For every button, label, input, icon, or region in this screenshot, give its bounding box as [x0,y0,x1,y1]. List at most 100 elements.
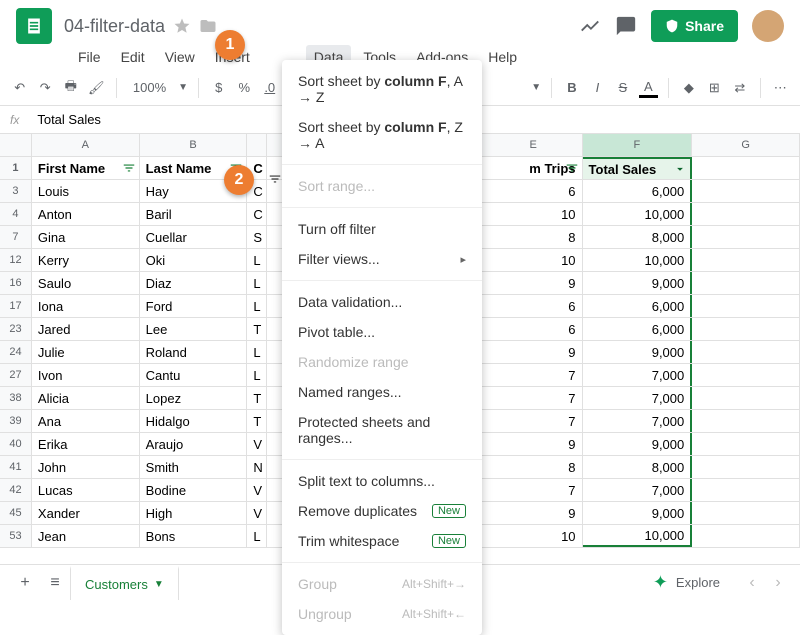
cell-c-partial[interactable]: L [247,525,267,547]
row-num[interactable]: 45 [0,502,32,524]
trend-icon[interactable] [579,15,601,37]
col-header-e[interactable]: E [485,134,583,156]
cell-lastname[interactable]: Ford [140,295,248,317]
header-totalsales[interactable]: Total Sales [583,157,693,179]
cell-trips[interactable]: 7 [485,387,583,409]
cell-trips[interactable]: 8 [485,226,583,248]
select-all-corner[interactable] [0,134,32,156]
menu-data-validation[interactable]: Data validation... [282,287,482,317]
cell-lastname[interactable]: Cantu [140,364,248,386]
cell-totalsales[interactable]: 8,000 [583,456,693,478]
cell-firstname[interactable]: Saulo [32,272,140,294]
cell-lastname[interactable]: Oki [140,249,248,271]
header-trips[interactable]: m Trips [485,157,583,179]
explore-button[interactable]: ✦ Explore [641,566,732,599]
row-num[interactable]: 38 [0,387,32,409]
cell-lastname[interactable]: Bons [140,525,248,547]
sheets-logo[interactable] [16,8,52,44]
cell-firstname[interactable]: Louis [32,180,140,202]
menu-protected[interactable]: Protected sheets and ranges... [282,407,482,453]
row-num[interactable]: 24 [0,341,32,363]
cell-trips[interactable]: 9 [485,341,583,363]
row-num[interactable]: 4 [0,203,32,225]
cell-c-partial[interactable]: L [247,249,267,271]
row-num[interactable]: 41 [0,456,32,478]
cell-lastname[interactable]: Hidalgo [140,410,248,432]
text-color-icon[interactable]: A [639,78,658,98]
undo-icon[interactable]: ↶ [10,78,29,98]
cell-c-partial[interactable]: C [247,203,267,225]
cell-lastname[interactable]: Baril [140,203,248,225]
cell-firstname[interactable]: Anton [32,203,140,225]
cell-trips[interactable]: 6 [485,180,583,202]
redo-icon[interactable]: ↷ [35,78,54,98]
percent-icon[interactable]: % [235,78,254,98]
menu-help[interactable]: Help [480,45,525,69]
cell-totalsales[interactable]: 10,000 [583,525,693,547]
menu-sort-az[interactable]: Sort sheet by column F, A → Z [282,66,482,112]
menu-group[interactable]: GroupAlt+Shift+→ [282,569,482,599]
folder-move-icon[interactable] [199,17,217,35]
formula-input[interactable]: Total Sales [37,112,101,127]
menu-filter-views[interactable]: Filter views...▸ [282,244,482,274]
cell-lastname[interactable]: Cuellar [140,226,248,248]
row-num[interactable]: 12 [0,249,32,271]
menu-randomize[interactable]: Randomize range [282,347,482,377]
cell-trips[interactable]: 6 [485,295,583,317]
cell-c-partial[interactable]: T [247,318,267,340]
cell-trips[interactable]: 7 [485,479,583,501]
cell-firstname[interactable]: Jean [32,525,140,547]
row-num[interactable]: 23 [0,318,32,340]
cell-totalsales[interactable]: 7,000 [583,410,693,432]
menu-pivot-table[interactable]: Pivot table... [282,317,482,347]
user-avatar[interactable] [752,10,784,42]
cell-c-partial[interactable]: L [247,364,267,386]
menu-sort-za[interactable]: Sort sheet by column F, Z → A [282,112,482,158]
cell-totalsales[interactable]: 7,000 [583,387,693,409]
more-icon[interactable]: ⋯ [771,78,790,98]
cell-c-partial[interactable]: V [247,502,267,524]
sheet-tab-customers[interactable]: Customers▼ [70,566,179,600]
cell-totalsales[interactable]: 9,000 [583,341,693,363]
menu-remove-duplicates[interactable]: Remove duplicatesNew [282,496,482,526]
cell-totalsales[interactable]: 10,000 [583,203,693,225]
row-num[interactable]: 7 [0,226,32,248]
cell-lastname[interactable]: Lee [140,318,248,340]
cell-lastname[interactable]: High [140,502,248,524]
borders-icon[interactable]: ⊞ [705,78,724,98]
cell-totalsales[interactable]: 6,000 [583,295,693,317]
cell-firstname[interactable]: Jared [32,318,140,340]
header-firstname[interactable]: First Name [32,157,140,179]
cell-lastname[interactable]: Roland [140,341,248,363]
cell-totalsales[interactable]: 9,000 [583,502,693,524]
cell-totalsales[interactable]: 7,000 [583,479,693,501]
print-icon[interactable]: 🖶 [61,78,80,98]
cell-firstname[interactable]: Erika [32,433,140,455]
col-header-b[interactable]: B [140,134,248,156]
cell-c-partial[interactable]: V [247,479,267,501]
all-sheets-button[interactable]: ≡ [40,568,70,598]
menu-view[interactable]: View [157,45,203,69]
document-title[interactable]: 04-filter-data [64,16,165,37]
cell-trips[interactable]: 10 [485,203,583,225]
row-num[interactable]: 16 [0,272,32,294]
cell-c-partial[interactable]: L [247,341,267,363]
row-num[interactable]: 3 [0,180,32,202]
cell-firstname[interactable]: Kerry [32,249,140,271]
strike-icon[interactable]: S [613,78,632,98]
col-header-a[interactable]: A [32,134,140,156]
cell-totalsales[interactable]: 7,000 [583,364,693,386]
cell-c-partial[interactable]: L [247,272,267,294]
fill-color-icon[interactable]: ◆ [679,78,698,98]
cell-lastname[interactable]: Araujo [140,433,248,455]
col-header-c[interactable] [247,134,267,156]
cell-trips[interactable]: 9 [485,433,583,455]
cell-trips[interactable]: 10 [485,525,583,547]
cell-firstname[interactable]: Ivon [32,364,140,386]
menu-split-text[interactable]: Split text to columns... [282,466,482,496]
cell-lastname[interactable]: Lopez [140,387,248,409]
cell-trips[interactable]: 9 [485,272,583,294]
row-num[interactable]: 39 [0,410,32,432]
cell-firstname[interactable]: Julie [32,341,140,363]
cell-firstname[interactable]: Xander [32,502,140,524]
